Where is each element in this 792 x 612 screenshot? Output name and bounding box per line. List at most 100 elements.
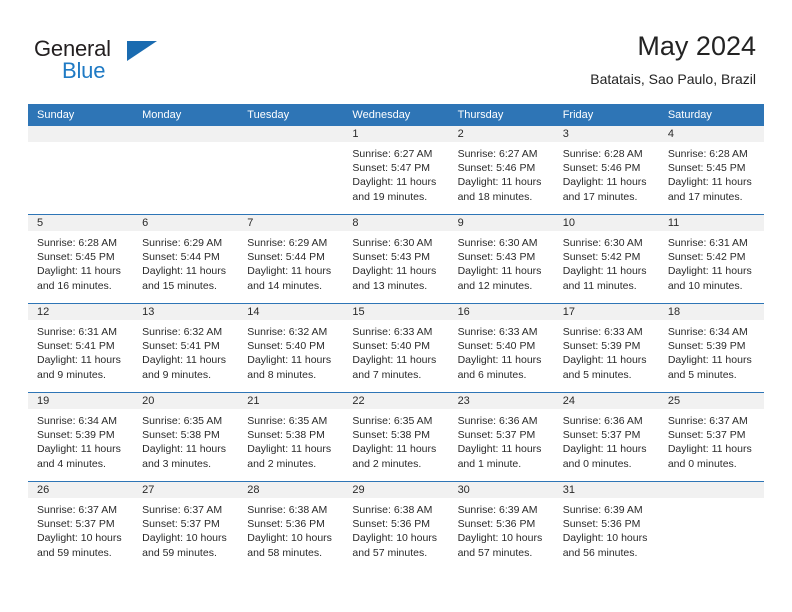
- day-cell: 5 Sunrise: 6:28 AM Sunset: 5:45 PM Daylight…: [28, 214, 134, 304]
- sunrise-text: Sunrise: 6:39 AM: [457, 504, 538, 516]
- sunrise-text: Sunrise: 6:38 AM: [352, 504, 433, 516]
- calendar-week-row: 12 Sunrise: 6:31 AM Sunset: 5:41 PM Dayligh…: [28, 303, 764, 393]
- daylight-text-line1: Daylight: 11 hours: [352, 265, 437, 278]
- page-header: General Blue May 2024 Batatais, Sao Paul…: [0, 0, 792, 100]
- day-cell: 14 Sunrise: 6:32 AM Sunset: 5:40 PM Dayligh…: [238, 303, 344, 393]
- daylight-text-line1: Daylight: 11 hours: [667, 354, 752, 367]
- day-cell: 6 Sunrise: 6:29 AM Sunset: 5:44 PM Daylight…: [133, 214, 239, 304]
- daylight-text-line2: and 7 minutes.: [352, 368, 422, 381]
- day-cell: 16 Sunrise: 6:33 AM Sunset: 5:40 PM Dayligh…: [448, 303, 554, 393]
- day-cell: 15 Sunrise: 6:33 AM Sunset: 5:40 PM Dayligh…: [343, 303, 449, 393]
- day-number: 23: [448, 393, 554, 409]
- day-cell: 1 Sunrise: 6:27 AM Sunset: 5:47 PM Daylight…: [343, 126, 449, 215]
- daylight-text-line1: Daylight: 11 hours: [352, 443, 437, 456]
- daylight-text-line2: and 8 minutes.: [247, 368, 317, 381]
- sunrise-text: Sunrise: 6:37 AM: [142, 504, 223, 516]
- daylight-text-line2: and 59 minutes.: [37, 546, 112, 559]
- daylight-text-line1: Daylight: 11 hours: [562, 354, 647, 367]
- daylight-text-line2: and 2 minutes.: [247, 457, 317, 470]
- sunset-text: Sunset: 5:43 PM: [457, 251, 536, 264]
- sunset-text: Sunset: 5:42 PM: [562, 251, 641, 264]
- sunrise-text: Sunrise: 6:27 AM: [457, 148, 538, 160]
- daylight-text-line1: Daylight: 11 hours: [457, 443, 542, 456]
- day-cell: 27 Sunrise: 6:37 AM Sunset: 5:37 PM Dayligh…: [133, 481, 239, 570]
- sunrise-text: Sunrise: 6:30 AM: [457, 237, 538, 249]
- weekday-header-saturday: Saturday: [658, 104, 764, 126]
- daylight-text-line2: and 2 minutes.: [352, 457, 422, 470]
- sunrise-text: Sunrise: 6:30 AM: [562, 237, 643, 249]
- daylight-text-line2: and 4 minutes.: [37, 457, 106, 470]
- daylight-text-line1: Daylight: 11 hours: [457, 354, 542, 367]
- daylight-text-line2: and 59 minutes.: [142, 546, 217, 559]
- day-number: 20: [133, 393, 239, 409]
- sunrise-sunset-calendar: Sunday Monday Tuesday Wednesday Thursday…: [28, 104, 764, 570]
- sunrise-text: Sunrise: 6:33 AM: [352, 326, 433, 338]
- sunrise-text: Sunrise: 6:27 AM: [352, 148, 433, 160]
- sunrise-text: Sunrise: 6:31 AM: [37, 326, 117, 338]
- sunset-text: Sunset: 5:44 PM: [247, 251, 325, 264]
- daylight-text-line2: and 13 minutes.: [352, 279, 428, 292]
- sunset-text: Sunset: 5:41 PM: [37, 340, 115, 353]
- day-number: 25: [658, 393, 764, 409]
- daylight-text-line2: and 56 minutes.: [562, 546, 638, 559]
- day-cell: [658, 481, 764, 570]
- day-number: 1: [343, 126, 449, 142]
- day-number: 5: [28, 215, 134, 231]
- sunset-text: Sunset: 5:37 PM: [457, 429, 536, 442]
- day-cell: 17 Sunrise: 6:33 AM Sunset: 5:39 PM Dayligh…: [553, 303, 659, 393]
- sunrise-text: Sunrise: 6:35 AM: [247, 415, 328, 427]
- calendar-body: 1 Sunrise: 6:27 AM Sunset: 5:47 PM Daylight…: [28, 126, 764, 570]
- daylight-text-line2: and 9 minutes.: [142, 368, 212, 381]
- sunset-text: Sunset: 5:45 PM: [667, 162, 746, 175]
- daylight-text-line2: and 0 minutes.: [562, 457, 632, 470]
- sunrise-text: Sunrise: 6:36 AM: [562, 415, 643, 427]
- sunrise-text: Sunrise: 6:29 AM: [142, 237, 223, 249]
- daylight-text-line1: Daylight: 11 hours: [457, 265, 542, 278]
- day-number: 27: [133, 482, 239, 498]
- daylight-text-line1: Daylight: 11 hours: [247, 265, 332, 278]
- weekday-header-tuesday: Tuesday: [238, 104, 344, 126]
- page-subtitle: Batatais, Sao Paulo, Brazil: [590, 71, 756, 87]
- day-cell: 4 Sunrise: 6:28 AM Sunset: 5:45 PM Daylight…: [658, 126, 764, 215]
- daylight-text-line2: and 19 minutes.: [352, 190, 428, 203]
- sunrise-text: Sunrise: 6:39 AM: [562, 504, 643, 516]
- daylight-text-line1: Daylight: 11 hours: [352, 354, 437, 367]
- weekday-header-wednesday: Wednesday: [343, 104, 449, 126]
- sunset-text: Sunset: 5:41 PM: [142, 340, 220, 353]
- sunset-text: Sunset: 5:39 PM: [37, 429, 115, 442]
- day-cell: 13 Sunrise: 6:32 AM Sunset: 5:41 PM Dayligh…: [133, 303, 239, 393]
- sunset-text: Sunset: 5:36 PM: [457, 518, 536, 531]
- weekday-header-friday: Friday: [553, 104, 659, 126]
- sunrise-text: Sunrise: 6:36 AM: [457, 415, 538, 427]
- daylight-text-line1: Daylight: 11 hours: [352, 176, 437, 189]
- daylight-text-line2: and 0 minutes.: [667, 457, 737, 470]
- day-number: 2: [448, 126, 554, 142]
- day-number: 10: [553, 215, 659, 231]
- daylight-text-line1: Daylight: 11 hours: [562, 176, 647, 189]
- sunrise-text: Sunrise: 6:32 AM: [142, 326, 223, 338]
- weekday-header-thursday: Thursday: [448, 104, 554, 126]
- sunrise-text: Sunrise: 6:28 AM: [562, 148, 643, 160]
- day-number: 15: [343, 304, 449, 320]
- day-cell: 21 Sunrise: 6:35 AM Sunset: 5:38 PM Dayligh…: [238, 392, 344, 482]
- daylight-text-line1: Daylight: 11 hours: [37, 354, 121, 367]
- day-number: 31: [553, 482, 659, 498]
- day-cell: 20 Sunrise: 6:35 AM Sunset: 5:38 PM Dayligh…: [133, 392, 239, 482]
- daylight-text-line2: and 3 minutes.: [142, 457, 212, 470]
- daylight-text-line2: and 15 minutes.: [142, 279, 217, 292]
- day-number: 18: [658, 304, 764, 320]
- day-number: 13: [133, 304, 239, 320]
- sunset-text: Sunset: 5:36 PM: [352, 518, 431, 531]
- day-number: 3: [553, 126, 659, 142]
- sunrise-text: Sunrise: 6:28 AM: [667, 148, 748, 160]
- day-number: 14: [238, 304, 344, 320]
- page-title: May 2024: [637, 31, 756, 61]
- sunset-text: Sunset: 5:45 PM: [37, 251, 115, 264]
- sunset-text: Sunset: 5:42 PM: [667, 251, 746, 264]
- weekday-header-monday: Monday: [133, 104, 239, 126]
- daylight-text-line2: and 1 minute.: [457, 457, 522, 470]
- daylight-text-line2: and 11 minutes.: [562, 279, 637, 292]
- day-number: 28: [238, 482, 344, 498]
- sunrise-text: Sunrise: 6:34 AM: [667, 326, 748, 338]
- sunset-text: Sunset: 5:37 PM: [142, 518, 220, 531]
